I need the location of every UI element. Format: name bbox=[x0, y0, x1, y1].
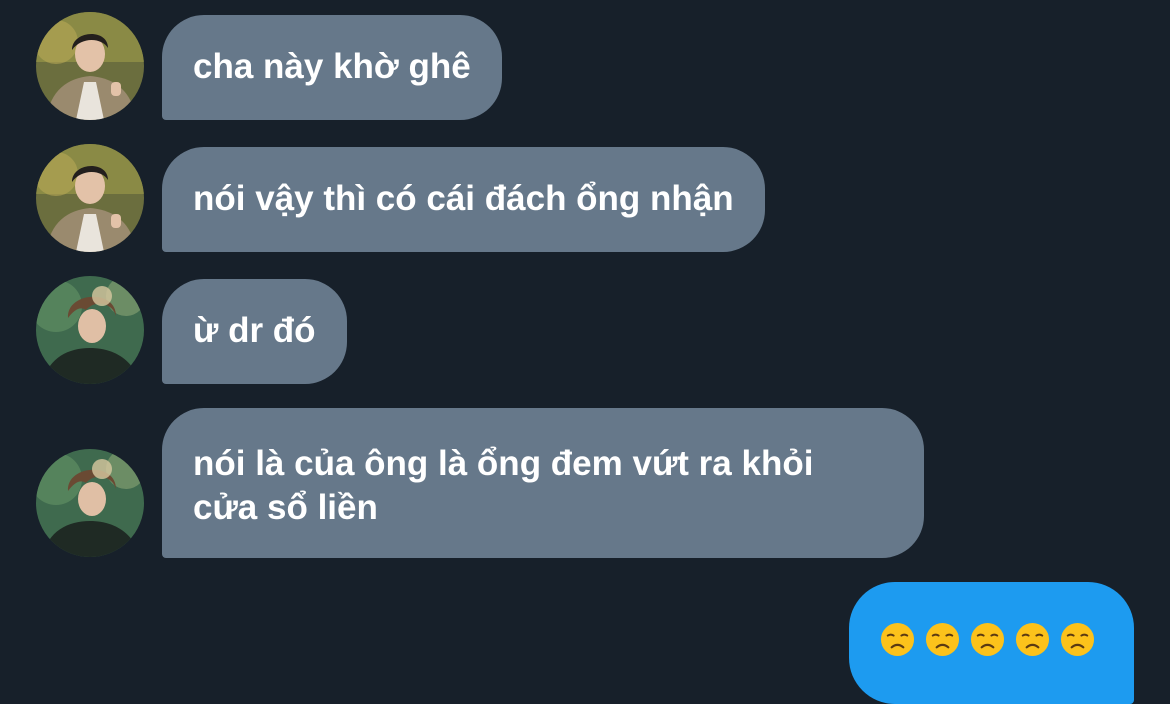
message-text: nói vậy thì có cái đách ổng nhận bbox=[193, 179, 734, 218]
disappointed-face-icon bbox=[880, 622, 915, 657]
message-text: nói là của ông là ổng đem vứt ra khỏi cử… bbox=[193, 444, 814, 527]
disappointed-face-icon bbox=[1015, 622, 1050, 657]
disappointed-face-icon bbox=[925, 622, 960, 657]
message-text: ừ dr đó bbox=[193, 311, 316, 350]
message-text: cha này khờ ghê bbox=[193, 47, 471, 86]
disappointed-face-icon bbox=[1060, 622, 1095, 657]
message-bubble[interactable]: nói vậy thì có cái đách ổng nhận bbox=[162, 147, 765, 252]
message-bubble[interactable]: cha này khờ ghê bbox=[162, 15, 502, 120]
message-bubble[interactable]: ừ dr đó bbox=[162, 279, 347, 384]
message-bubble[interactable]: nói là của ông là ổng đem vứt ra khỏi cử… bbox=[162, 408, 924, 558]
avatar[interactable] bbox=[36, 12, 144, 120]
outgoing-message-bubble[interactable] bbox=[849, 582, 1134, 704]
disappointed-face-icon bbox=[970, 622, 1005, 657]
avatar[interactable] bbox=[36, 449, 144, 557]
avatar[interactable] bbox=[36, 144, 144, 252]
avatar[interactable] bbox=[36, 276, 144, 384]
